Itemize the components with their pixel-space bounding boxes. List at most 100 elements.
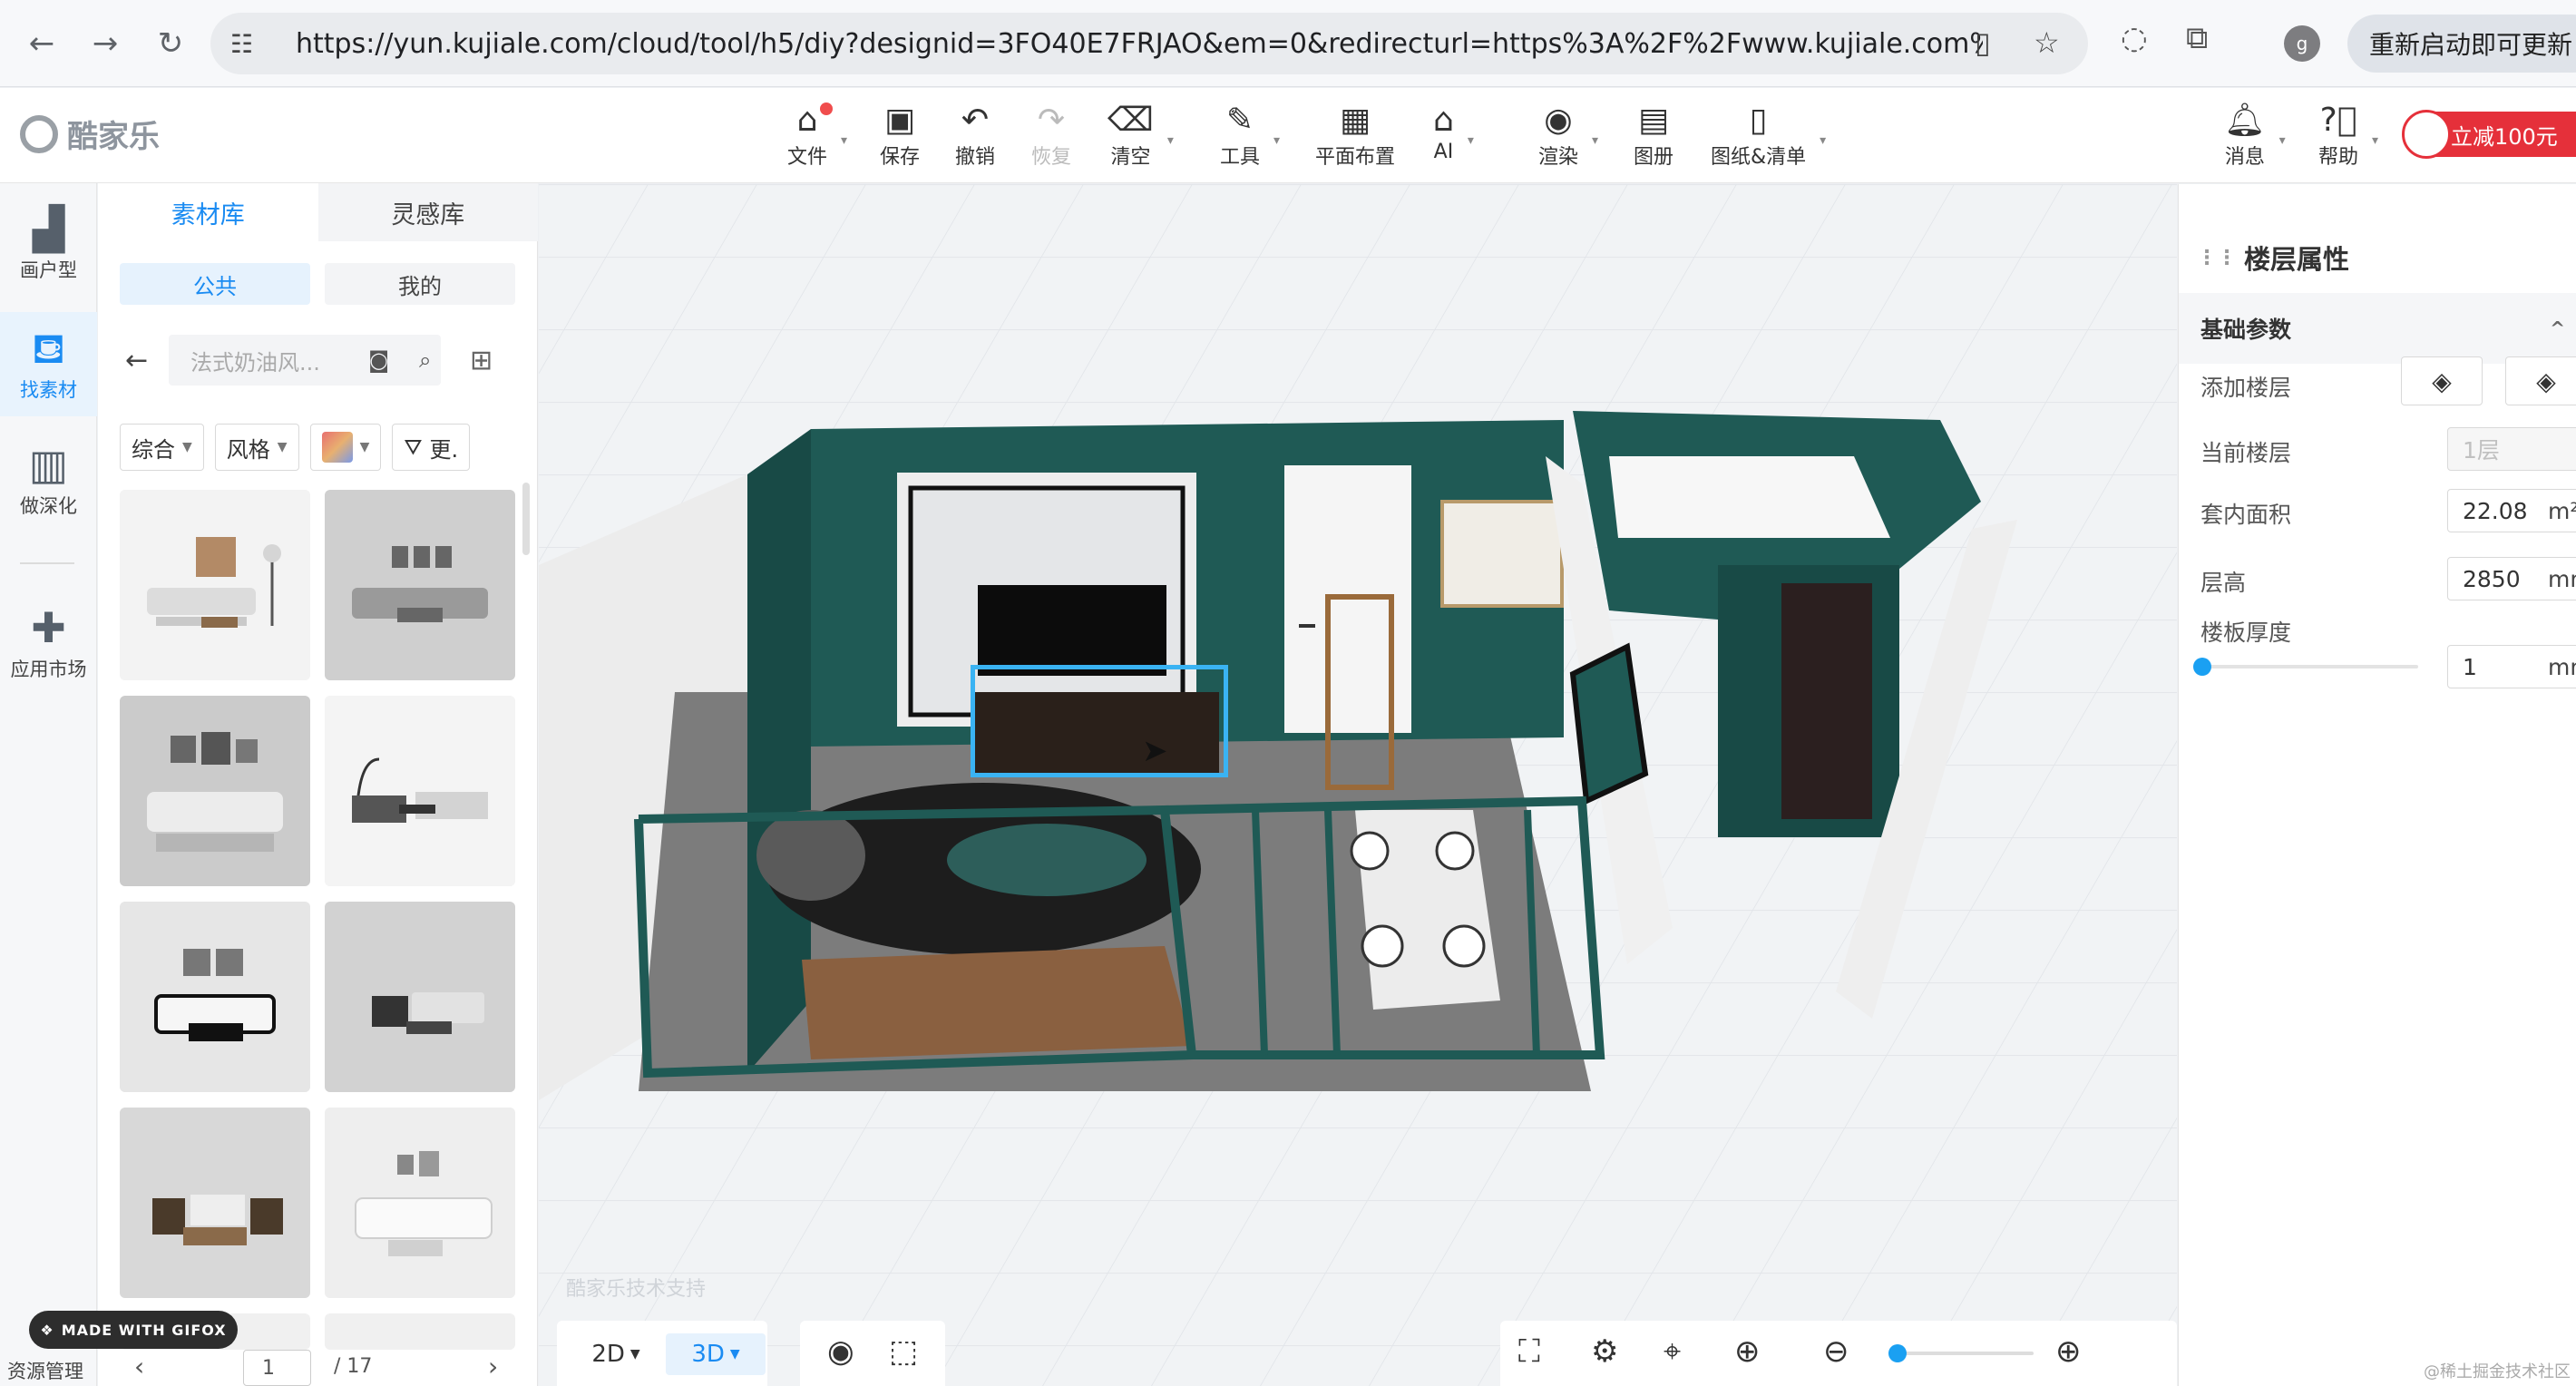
fox-logo-icon: ❖ [40, 1321, 54, 1339]
zoom-slider[interactable] [1898, 1352, 2034, 1355]
thickness-slider[interactable] [2193, 658, 2418, 676]
search-placeholder: 法式奶油风... [190, 349, 320, 376]
material-thumbnail[interactable] [325, 902, 515, 1092]
toolbar-label: 撤销 [955, 146, 996, 169]
sofa-icon: ⛾ [31, 324, 66, 373]
toolbar-tools-button[interactable]: ✎ 工具 ▾ [1220, 101, 1280, 170]
eye-icon[interactable]: ◉ [827, 1333, 854, 1370]
section-basic-params[interactable]: 基础参数 ^ [2179, 293, 2576, 364]
thickness-field[interactable]: 1 mm [2447, 645, 2576, 688]
search-icon[interactable]: ⌕ [419, 347, 431, 373]
current-floor-value: 1层 [2463, 437, 2500, 464]
height-field[interactable]: 2850 mm [2447, 557, 2576, 600]
zoom-in-icon[interactable]: ⊕ [2055, 1333, 2082, 1370]
material-thumbnail[interactable] [325, 696, 515, 886]
filter-style[interactable]: 风格 ▼ [214, 424, 299, 471]
resource-manager-button[interactable]: 资源管理 [7, 1357, 83, 1384]
image-search-icon[interactable]: ◙ [368, 347, 389, 373]
zoom-out-icon[interactable]: ⊖ [1823, 1333, 1849, 1370]
tab-material-library[interactable]: 素材库 [98, 183, 318, 241]
material-thumbnail[interactable] [325, 490, 515, 680]
3d-viewport[interactable]: ➤ 酷家乐技术支持 2D ▼ 3D ▼ ◉ ⬚ ⛶ ⚙ ⌖ ⊕ ⊖ ⊕ [539, 184, 2177, 1386]
view-label: 3D [691, 1341, 725, 1368]
drag-handle-icon[interactable]: ⋮⋮ [2197, 247, 2237, 269]
add-floor-above-button[interactable]: ◈ [2401, 356, 2483, 405]
reload-icon[interactable]: ↻ [147, 20, 194, 67]
view-2d-button[interactable]: 2D ▼ [566, 1333, 666, 1375]
library-scrollbar[interactable] [522, 483, 530, 555]
material-thumbnail[interactable] [325, 1313, 515, 1350]
toolbar-file-button[interactable]: ⌂ 文件 ▾ [787, 101, 847, 170]
current-floor-select[interactable]: 1层 [2447, 427, 2576, 471]
current-floor-label: 当前楼层 [2200, 440, 2292, 466]
caret-down-icon: ▼ [182, 440, 192, 454]
floor-properties-panel: ⋮⋮ 楼层属性 基础参数 ^ 添加楼层 ◈ ◈ 当前楼层 1层 套内面积 22.… [2178, 184, 2576, 1386]
back-arrow-icon[interactable]: ← [125, 345, 169, 376]
promo-badge[interactable]: ☺ 立减100元 [2402, 110, 2576, 159]
star-icon[interactable]: ☆ [2034, 25, 2060, 60]
search-input[interactable]: 法式奶油风... ◙ ⌕ [169, 335, 441, 386]
grid-view-icon[interactable]: ⊞ [470, 345, 493, 376]
forward-arrow-icon[interactable]: → [82, 20, 129, 67]
area-field[interactable]: 22.08 m² [2447, 489, 2576, 532]
back-arrow-icon[interactable]: ← [18, 20, 65, 67]
add-floor-below-button[interactable]: ◈ [2505, 356, 2576, 405]
color-swatch [321, 432, 353, 463]
toolbar-render-button[interactable]: ◉ 渲染 ▾ [1538, 101, 1598, 170]
toolbar-help-button[interactable]: ?⃝ 帮助 ▾ [2318, 101, 2378, 170]
nav-label: 画户型 [20, 259, 77, 281]
toolbar-album-button[interactable]: ▤ 图册 [1634, 101, 1673, 170]
segment-public[interactable]: 公共 [120, 263, 310, 305]
relaunch-button[interactable]: 重新启动即可更新 [2347, 15, 2576, 73]
material-thumbnail[interactable] [325, 1108, 515, 1298]
toolbar-messages-button[interactable]: 🔔︎ 消息 ▾ [2224, 101, 2286, 170]
tab-inspiration-library[interactable]: 灵感库 [317, 183, 538, 241]
toolbar-floorplan-button[interactable]: ▦ 平面布置 [1315, 101, 1395, 170]
puzzle-extensions-icon[interactable]: ⧉ [2186, 20, 2208, 56]
chevron-up-icon: ^ [2550, 317, 2565, 339]
nav-item-deepen[interactable]: ▥ 做深化 [0, 437, 97, 528]
toolbar-clear-button[interactable]: ⌫ 清空 ▾ [1107, 101, 1174, 170]
toolbar-save-button[interactable]: ▣ 保存 [880, 101, 920, 170]
toolbar-ai-button[interactable]: ⌂ AI ▾ [1433, 101, 1474, 163]
segment-mine[interactable]: 我的 [325, 263, 515, 305]
address-bar[interactable]: ☷ https://yun.kujiale.com/cloud/tool/h5/… [210, 13, 2088, 74]
material-thumbnail[interactable] [120, 902, 310, 1092]
toolbar-redo-button[interactable]: ↷ 恢复 [1031, 101, 1071, 170]
url-text[interactable]: https://yun.kujiale.com/cloud/tool/h5/di… [296, 28, 1983, 60]
section-title: 基础参数 [2200, 317, 2292, 343]
focus-icon[interactable]: ⌖ [1664, 1333, 1681, 1370]
left-nav: ▟ 画户型 ⛾ 找素材 ▥ 做深化 ✚ 应用市场 [0, 183, 97, 1386]
nav-item-find-materials[interactable]: ⛾ 找素材 [0, 312, 97, 416]
filter-sort[interactable]: 综合 ▼ [120, 424, 204, 471]
filter-more[interactable]: ⛛ 更. [392, 424, 471, 471]
extension-icon[interactable]: ◌ [2121, 20, 2148, 56]
toolbar-drawings-button[interactable]: ▯ 图纸&清单 ▾ [1711, 101, 1826, 170]
page-input[interactable]: 1 [243, 1350, 311, 1386]
cube-icon[interactable]: ⬚ [889, 1333, 918, 1370]
clipboard-icon[interactable]: ▯ [1975, 25, 1991, 60]
site-settings-icon[interactable]: ☷ [230, 29, 267, 59]
zoom-region-icon[interactable]: ⊕ [1734, 1333, 1761, 1370]
toolbar-undo-button[interactable]: ↶ 撤销 [955, 101, 995, 170]
filter-color[interactable]: ▼ [309, 424, 382, 471]
help-icon: ?⃝ [2319, 102, 2357, 139]
gifox-text: MADE WITH GIFOX [61, 1321, 227, 1339]
frame-select-icon[interactable]: ⛶ [1518, 1333, 1540, 1370]
nav-item-app-market[interactable]: ✚ 应用市场 [0, 600, 97, 700]
nav-item-draw-floorplan[interactable]: ▟ 画户型 [0, 201, 97, 297]
material-thumbnail[interactable] [120, 696, 310, 886]
next-page-icon[interactable]: › [488, 1352, 498, 1381]
selected-object-outline[interactable] [971, 665, 1228, 777]
toolbar-label: 平面布置 [1315, 146, 1396, 169]
profile-avatar[interactable]: g [2284, 25, 2320, 62]
app-logo[interactable]: 酷家乐 [20, 112, 160, 156]
prev-page-icon[interactable]: ‹ [134, 1352, 144, 1381]
material-thumbnail[interactable] [120, 490, 310, 680]
material-thumbnail[interactable] [120, 1108, 310, 1298]
thickness-slider-knob[interactable] [2193, 658, 2211, 676]
zoom-slider-knob[interactable] [1888, 1344, 1907, 1362]
camera-settings-icon[interactable]: ⚙ [1591, 1333, 1618, 1370]
view-3d-button[interactable]: 3D ▼ [666, 1333, 766, 1375]
toolbar-label: AI [1433, 141, 1454, 163]
